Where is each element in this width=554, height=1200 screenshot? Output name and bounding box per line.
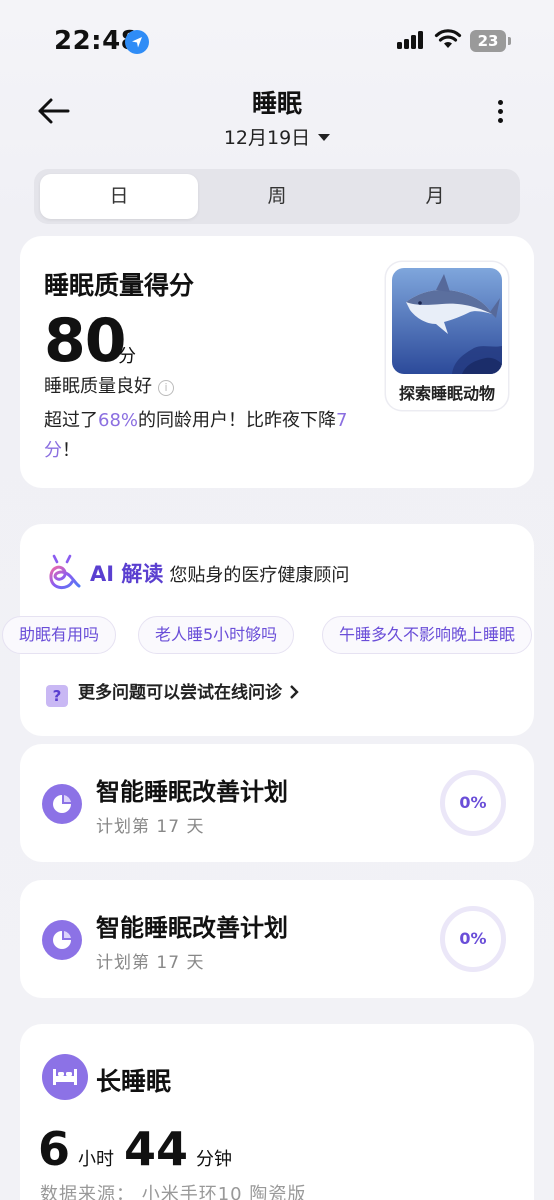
more-options-icon[interactable]	[492, 100, 508, 126]
plan-title: 智能睡眠改善计划	[96, 914, 288, 942]
duration-hours: 6	[38, 1122, 71, 1176]
question-chip[interactable]: 助眠有用吗	[2, 616, 117, 654]
comparison-text: 超过了68%的同龄用户！比昨夜下降7分！	[44, 406, 374, 466]
period-tabs: 日 周 月	[34, 169, 520, 224]
plan-day: 计划第 17 天	[96, 817, 205, 837]
score-title: 睡眠质量得分	[44, 271, 195, 300]
chevron-right-icon	[290, 685, 299, 699]
sleep-plan-card[interactable]: 智能睡眠改善计划 计划第 17 天 0%	[20, 880, 534, 998]
location-icon	[125, 30, 149, 54]
bed-icon	[42, 1054, 88, 1100]
date-selector[interactable]: 12月19日	[0, 123, 554, 150]
tab-week[interactable]: 周	[198, 174, 356, 219]
quality-text: 睡眠质量良好	[44, 376, 152, 397]
caret-down-icon	[318, 134, 331, 141]
plan-icon	[42, 784, 82, 824]
compare-end: ！	[62, 440, 80, 461]
sleep-duration: 6 小时 44 分钟	[38, 1122, 242, 1176]
compare-middle: 的同龄用户！比昨夜下降	[138, 410, 337, 431]
tab-month[interactable]: 月	[356, 174, 514, 219]
compare-percent: 68%	[98, 410, 139, 431]
long-sleep-title: 长睡眠	[96, 1067, 172, 1096]
duration-minutes: 44	[124, 1122, 189, 1176]
question-chip[interactable]: 老人睡5小时够吗	[138, 616, 295, 654]
wifi-icon	[434, 28, 462, 54]
sleep-plan-card[interactable]: 智能睡眠改善计划 计划第 17 天 0%	[20, 744, 534, 862]
page-title: 睡眠	[251, 89, 302, 118]
plan-title: 智能睡眠改善计划	[96, 778, 288, 806]
info-icon[interactable]: i	[158, 380, 174, 396]
score-unit: 分	[118, 346, 136, 367]
question-mark-icon: ?	[46, 685, 68, 707]
cellular-signal-icon	[397, 31, 427, 49]
ai-header: AI 解读 您贴身的医疗健康顾问	[90, 558, 349, 588]
sleep-score-card: 睡眠质量得分 80 分 睡眠质量良好 i 超过了68%的同龄用户！比昨夜下降7分！	[20, 236, 534, 488]
compare-prefix: 超过了	[44, 410, 98, 431]
battery-tip	[508, 37, 511, 45]
ai-title: AI 解读	[90, 562, 164, 586]
status-bar: 22:48 23	[0, 0, 554, 80]
explore-animal-label: 探索睡眠动物	[398, 384, 495, 403]
shark-illustration	[392, 268, 502, 374]
plan-progress-ring: 0%	[440, 770, 506, 836]
plan-icon	[42, 920, 82, 960]
online-consult-link[interactable]: ? 更多问题可以尝试在线问诊	[46, 678, 300, 707]
online-consult-text: 更多问题可以尝试在线问诊	[78, 683, 282, 703]
long-sleep-card[interactable]: 长睡眠 6 小时 44 分钟 数据来源： 小米手环10 陶瓷版	[20, 1024, 534, 1200]
hours-unit: 小时	[78, 1149, 115, 1170]
minutes-unit: 分钟	[196, 1149, 233, 1170]
ai-subtitle: 您贴身的医疗健康顾问	[169, 565, 350, 586]
plan-day: 计划第 17 天	[96, 953, 205, 973]
ai-interpretation-card: AI 解读 您贴身的医疗健康顾问 助眠有用吗 老人睡5小时够吗 午睡多久不影响晚上…	[2, 524, 534, 736]
tab-day[interactable]: 日	[40, 174, 198, 219]
data-source: 数据来源： 小米手环10 陶瓷版	[40, 1184, 307, 1200]
battery-icon: 23	[470, 30, 506, 52]
question-chip[interactable]: 午睡多久不影响晚上睡眠	[322, 616, 533, 654]
score-value: 80	[44, 306, 126, 376]
plan-progress-ring: 0%	[440, 906, 506, 972]
date-label: 12月19日	[223, 127, 311, 149]
quality-label: 睡眠质量良好 i	[44, 372, 174, 398]
explore-sleep-animal-button[interactable]: 探索睡眠动物	[386, 262, 508, 410]
ai-logo-icon	[46, 552, 82, 596]
sleep-page: 22:48 23 睡眠 12月19日 日 周 月 睡眠质量得分 80 分 睡眠质…	[0, 0, 554, 1200]
